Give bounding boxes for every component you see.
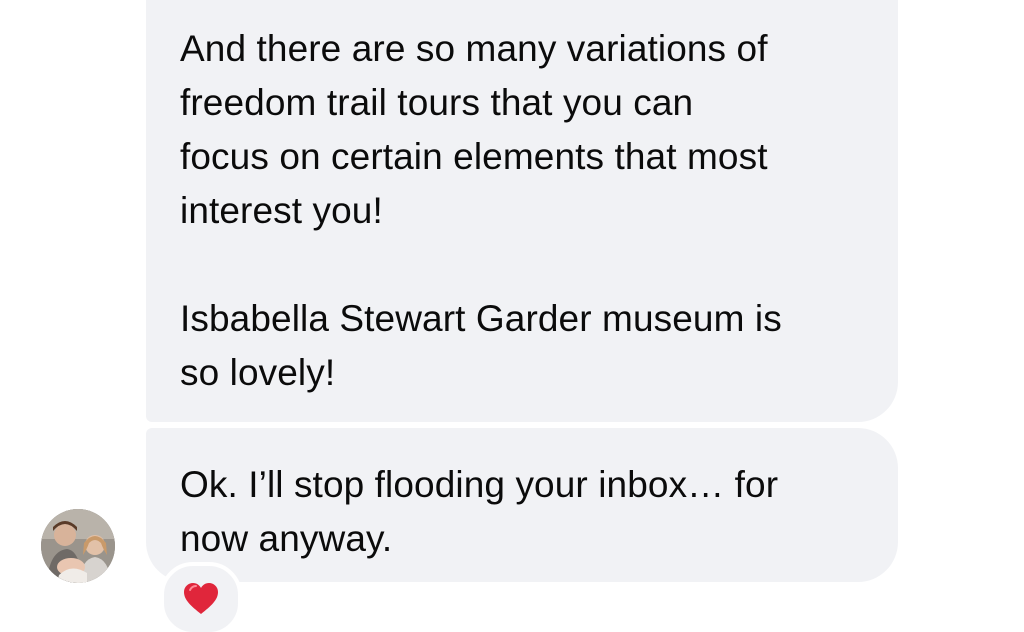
message-thread: And there are so many variations of free… — [0, 0, 1024, 632]
message-bubble[interactable]: And there are so many variations of free… — [146, 0, 898, 422]
sender-avatar[interactable] — [41, 509, 115, 583]
red-heart-icon — [184, 583, 218, 614]
reaction-badge[interactable] — [160, 562, 242, 632]
message-text: Ok. I’ll stop flooding your inbox… for n… — [180, 464, 779, 559]
message-bubble[interactable]: Ok. I’ll stop flooding your inbox… for n… — [146, 428, 898, 582]
message-text: And there are so many variations of free… — [180, 28, 768, 231]
profile-photo-avatar — [41, 509, 115, 583]
message-text: Isbabella Stewart Garder museum is so lo… — [180, 298, 782, 393]
